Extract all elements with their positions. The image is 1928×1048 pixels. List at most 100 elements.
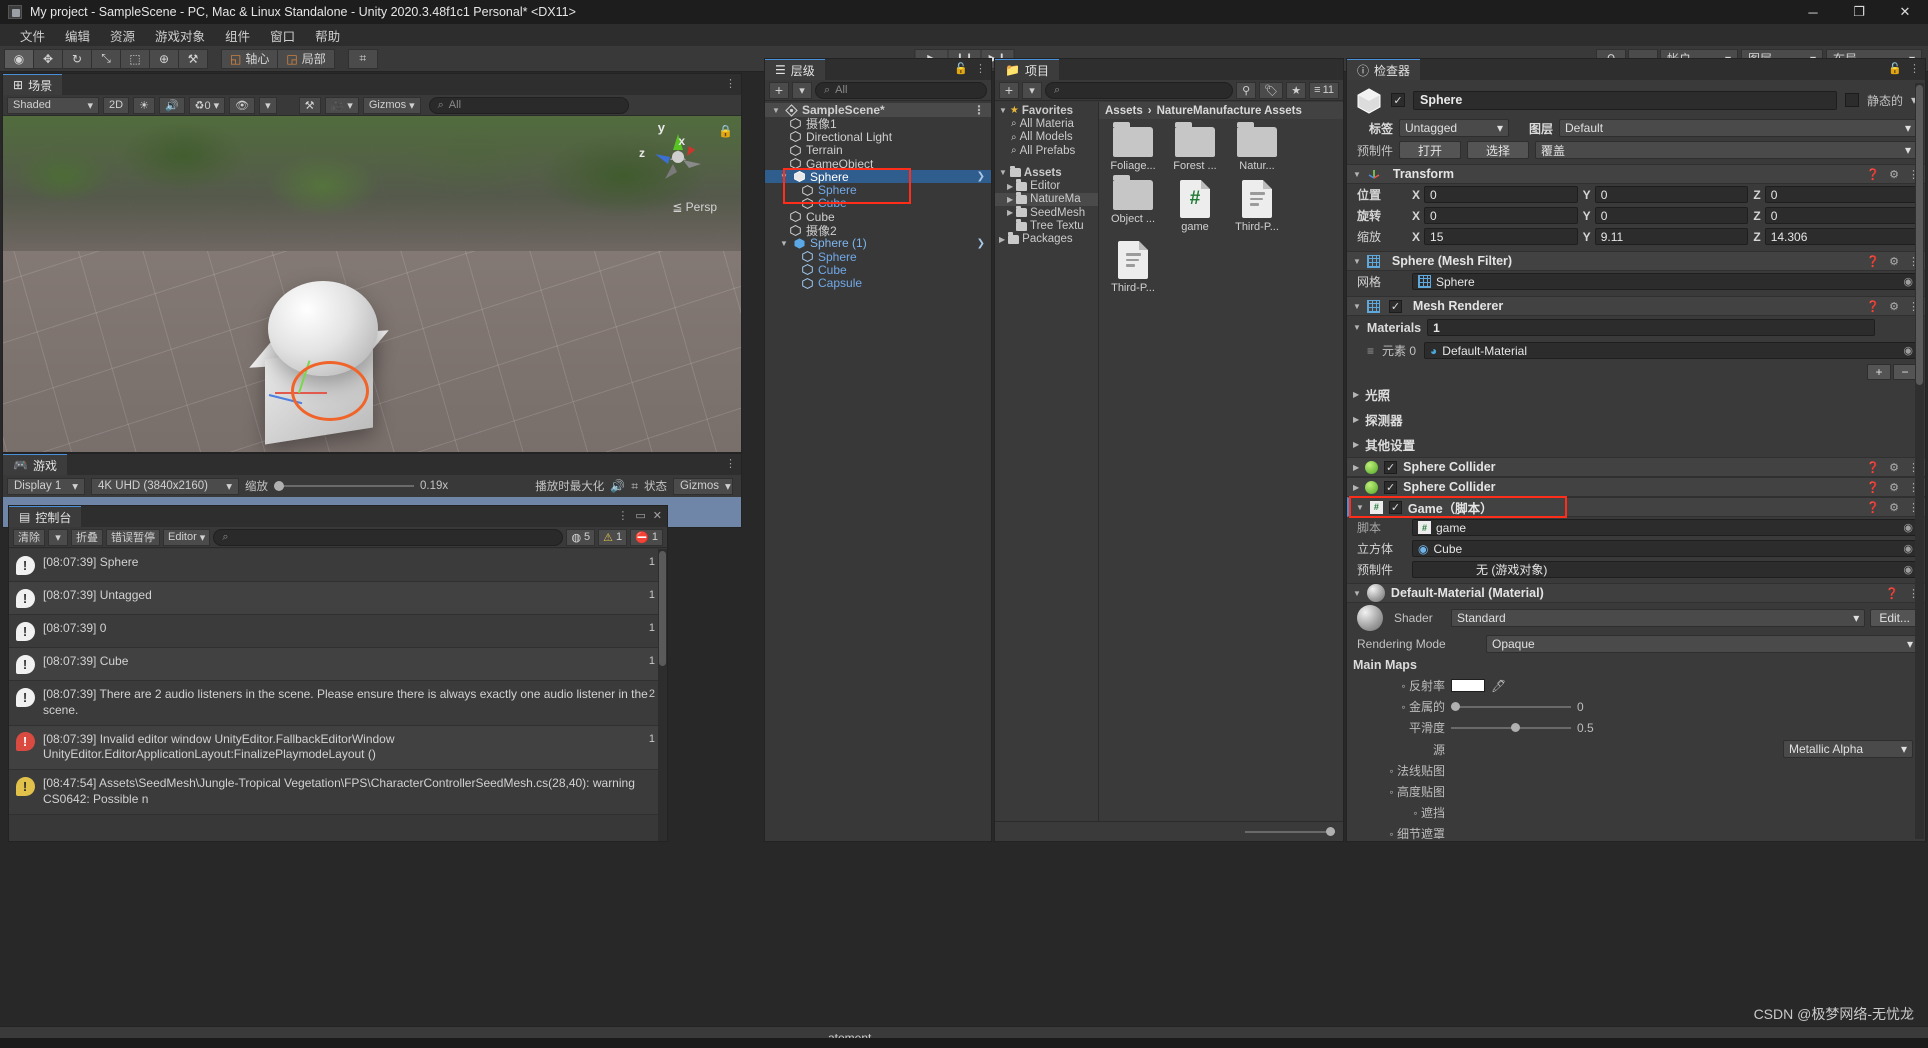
error-count-toggle[interactable]: ⛔ 1 bbox=[630, 528, 663, 546]
hierarchy-row-prefab-child-cube[interactable]: Cube bbox=[765, 263, 991, 277]
preset-icon[interactable]: ⚙ bbox=[1889, 481, 1899, 494]
project-tree-packages[interactable]: ▶ Packages bbox=[995, 232, 1098, 246]
shading-mode-dropdown[interactable]: Shaded ▾ bbox=[7, 96, 99, 114]
expand-arrow-icon[interactable]: ▼ bbox=[1353, 170, 1361, 179]
component-header-mesh-filter[interactable]: ▼ Sphere (Mesh Filter) ❓ ⚙ ⋮ bbox=[1347, 251, 1925, 271]
project-tree-naturemanufacture[interactable]: ▶ NatureMa bbox=[995, 192, 1098, 207]
tab-scene[interactable]: ⊞ 场景 bbox=[3, 74, 63, 95]
static-checkbox[interactable] bbox=[1844, 93, 1859, 107]
collider-enabled-checkbox[interactable]: ✓ bbox=[1384, 480, 1398, 494]
hand-tool-button[interactable]: ◉ bbox=[4, 48, 34, 69]
project-tree-assets[interactable]: ▼ Assets bbox=[995, 165, 1098, 179]
create-asset-dropdown[interactable]: ▾ bbox=[1022, 81, 1042, 99]
drag-handle-icon[interactable]: ≡ bbox=[1367, 344, 1374, 358]
lock-icon[interactable]: 🔓 bbox=[954, 62, 968, 75]
camera-settings-button[interactable]: ▾ bbox=[259, 96, 277, 114]
scene-context-menu-icon[interactable]: ⋮ bbox=[973, 103, 985, 117]
lighting-section[interactable]: ▶ 光照 bbox=[1347, 382, 1925, 407]
help-icon[interactable]: ❓ bbox=[1866, 501, 1880, 514]
object-picker-icon[interactable]: ◉ bbox=[1903, 542, 1913, 555]
scene-search-input[interactable]: ⌕ All bbox=[428, 96, 629, 114]
clear-button[interactable]: 清除 bbox=[13, 528, 45, 546]
hierarchy-search-input[interactable]: ⌕ All bbox=[815, 81, 987, 99]
hierarchy-row-sphere-1-prefab[interactable]: ▼ Sphere (1) ❯ bbox=[765, 236, 991, 250]
scene-visibility-button[interactable]: 👁 bbox=[229, 96, 256, 114]
expand-arrow-icon[interactable]: ▼ bbox=[999, 106, 1007, 115]
object-picker-icon[interactable]: ◉ bbox=[1903, 275, 1913, 288]
warn-count-toggle[interactable]: ⚠ 1 bbox=[598, 528, 628, 546]
object-name-field[interactable]: Sphere bbox=[1413, 90, 1837, 110]
remove-material-button[interactable]: − bbox=[1893, 364, 1917, 380]
component-header-mesh-renderer[interactable]: ▼ ✓ Mesh Renderer ❓ ⚙ ⋮ bbox=[1347, 296, 1925, 316]
collapse-arrow-icon[interactable]: ▶ bbox=[1007, 195, 1013, 204]
collapse-arrow-icon[interactable]: ▶ bbox=[1353, 415, 1359, 424]
albedo-color-swatch[interactable] bbox=[1451, 679, 1485, 692]
hierarchy-row-directional-light[interactable]: Directional Light bbox=[765, 130, 991, 144]
menu-window[interactable]: 窗口 bbox=[260, 24, 305, 47]
expand-arrow-icon[interactable]: ▼ bbox=[1353, 589, 1361, 598]
console-log-row[interactable]: ! [08:07:39] There are 2 audio listeners… bbox=[9, 681, 667, 726]
expand-arrow-icon[interactable]: ▼ bbox=[1353, 323, 1361, 332]
help-icon[interactable]: ❓ bbox=[1866, 168, 1880, 181]
search-by-type-icon[interactable]: ⚲ bbox=[1236, 81, 1257, 99]
inspector-scrollbar[interactable] bbox=[1915, 83, 1924, 839]
preset-icon[interactable]: ⚙ bbox=[1889, 255, 1899, 268]
tab-hierarchy[interactable]: ☰ 层级 bbox=[765, 59, 825, 80]
position-y-field[interactable]: 0 bbox=[1594, 186, 1749, 203]
script-object-field[interactable]: # game ◉ bbox=[1412, 519, 1919, 536]
maximize-button[interactable]: ❐ bbox=[1836, 0, 1882, 24]
search-by-label-icon[interactable]: 🏷 bbox=[1259, 81, 1284, 99]
asset-item-foliage[interactable]: Foliage... bbox=[1103, 122, 1163, 172]
menu-component[interactable]: 组件 bbox=[215, 24, 260, 47]
collapse-arrow-icon[interactable]: ▶ bbox=[1353, 390, 1359, 399]
display-dropdown[interactable]: Display 1 ▾ bbox=[7, 477, 85, 495]
preset-icon[interactable]: ⚙ bbox=[1889, 300, 1899, 313]
maximize-on-play-button[interactable]: 播放时最大化 bbox=[535, 478, 604, 494]
hierarchy-row-scene[interactable]: ▼ SampleScene* ⋮ bbox=[765, 103, 991, 117]
collapse-arrow-icon[interactable]: ▶ bbox=[1353, 440, 1359, 449]
mute-audio-icon[interactable]: 🔊 bbox=[610, 479, 625, 493]
prefab-open-button[interactable]: 打开 bbox=[1399, 141, 1461, 159]
tag-dropdown[interactable]: Untagged ▾ bbox=[1399, 119, 1509, 137]
breadcrumb-current[interactable]: NatureManufacture Assets bbox=[1157, 105, 1302, 117]
object-picker-icon[interactable]: ◉ bbox=[1903, 344, 1913, 357]
help-icon[interactable]: ❓ bbox=[1866, 255, 1880, 268]
project-tree-all-prefabs[interactable]: ⌕ All Prefabs bbox=[995, 144, 1098, 157]
help-icon[interactable]: ❓ bbox=[1866, 461, 1880, 474]
shader-dropdown[interactable]: Standard ▾ bbox=[1451, 609, 1866, 627]
collapse-arrow-icon[interactable]: ▶ bbox=[1353, 483, 1359, 492]
scale-slider[interactable] bbox=[274, 481, 414, 491]
cube-object-field[interactable]: ◉ Cube ◉ bbox=[1412, 540, 1919, 557]
asset-item-forest[interactable]: Forest ... bbox=[1165, 122, 1225, 172]
asset-item-game-script[interactable]: # game bbox=[1165, 180, 1225, 233]
expand-arrow-icon[interactable]: ▼ bbox=[779, 172, 789, 181]
hierarchy-row-sphere-selected[interactable]: ▼ Sphere ❯ bbox=[765, 170, 991, 184]
effects-dropdown[interactable]: ♻0 ▾ bbox=[188, 96, 226, 114]
hierarchy-menu-icon[interactable]: ⋮ bbox=[975, 62, 986, 75]
component-header-sphere-collider-1[interactable]: ▶ ✓ Sphere Collider ❓ ⚙ ⋮ bbox=[1347, 457, 1925, 477]
additional-settings-section[interactable]: ▶ 其他设置 bbox=[1347, 432, 1925, 457]
material-object-field[interactable]: ◕ Default-Material ◉ bbox=[1424, 342, 1919, 359]
probes-section[interactable]: ▶ 探测器 bbox=[1347, 407, 1925, 432]
project-tree-all-materials[interactable]: ⌕ All Materia bbox=[995, 117, 1098, 130]
add-material-button[interactable]: + bbox=[1867, 364, 1891, 380]
console-menu-icon[interactable]: ⋮ bbox=[617, 509, 628, 522]
stats-button[interactable]: 状态 bbox=[644, 478, 667, 494]
asset-item-object[interactable]: Object ... bbox=[1103, 175, 1163, 233]
scene-viewport[interactable]: y x z ≦ Persp 🔒 bbox=[3, 116, 741, 452]
asset-item-third-p-1[interactable]: Third-P... bbox=[1227, 180, 1287, 233]
tab-inspector[interactable]: ⓘ 检查器 bbox=[1347, 59, 1421, 80]
hierarchy-row-prefab-child-sphere[interactable]: Sphere bbox=[765, 250, 991, 264]
clear-dropdown[interactable]: ▾ bbox=[48, 528, 68, 546]
position-z-field[interactable]: 0 bbox=[1764, 186, 1920, 203]
mesh-object-field[interactable]: Sphere ◉ bbox=[1412, 273, 1919, 290]
hierarchy-row-cube[interactable]: Cube bbox=[765, 210, 991, 224]
console-scrollbar[interactable] bbox=[658, 549, 667, 841]
handle-space-button[interactable]: ◲ 局部 bbox=[277, 48, 335, 69]
collapse-button[interactable]: 折叠 bbox=[71, 528, 103, 546]
pivot-mode-button[interactable]: ◱ 轴心 bbox=[221, 48, 279, 69]
source-dropdown[interactable]: Metallic Alpha ▾ bbox=[1783, 740, 1913, 758]
scale-y-field[interactable]: 9.11 bbox=[1594, 228, 1749, 245]
expand-arrow-icon[interactable]: ▼ bbox=[1353, 257, 1361, 266]
prefab-enter-arrow-icon[interactable]: ❯ bbox=[977, 171, 985, 182]
